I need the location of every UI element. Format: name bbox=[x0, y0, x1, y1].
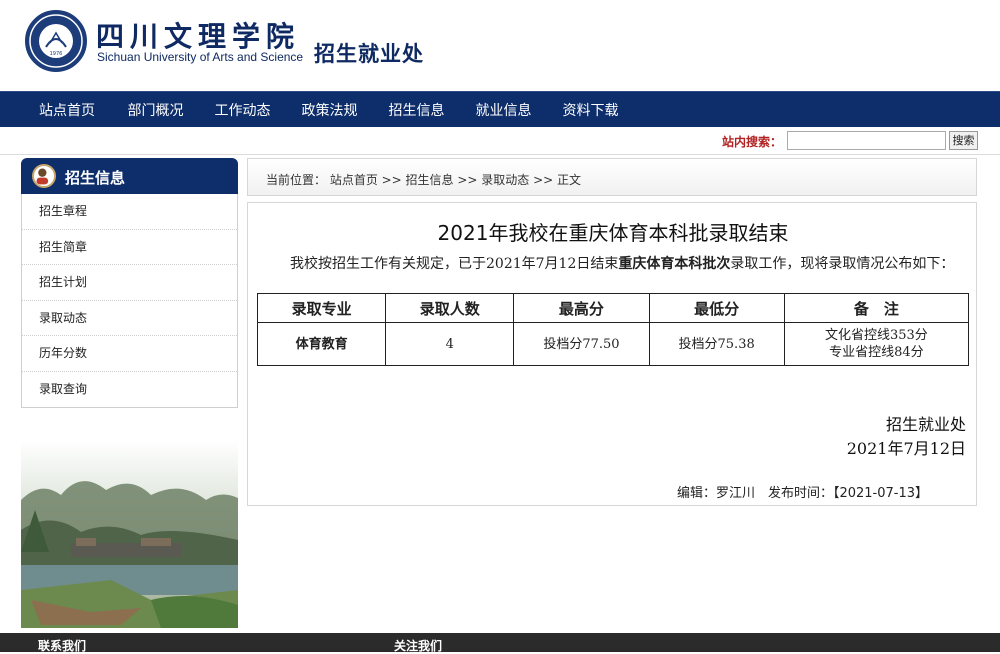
svg-text:1976: 1976 bbox=[50, 51, 63, 57]
school-name-cn: 四川文理学院 bbox=[96, 20, 301, 53]
sidebar-item-admission-query[interactable]: 录取查询 bbox=[22, 372, 237, 408]
th-major: 录取专业 bbox=[256, 293, 387, 323]
paragraph-bold-batch: 重庆体育本科批次 bbox=[618, 256, 731, 272]
sidebar-item-past-scores[interactable]: 历年分数 bbox=[22, 336, 237, 372]
cell-max: 投档分77.50 bbox=[513, 322, 650, 366]
nav-item-admission[interactable]: 招生信息 bbox=[373, 100, 460, 120]
sidebar-header: 招生信息 bbox=[21, 158, 238, 194]
signature-date: 2021年7月12日 bbox=[846, 439, 966, 458]
cell-note: 文化省控线353分 专业省控线84分 bbox=[783, 322, 970, 366]
breadcrumb[interactable]: 当前位置： 站点首页 >> 招生信息 >> 录取动态 >> 正文 bbox=[266, 171, 581, 188]
search-input[interactable] bbox=[787, 131, 946, 150]
signature-dept: 招生就业处 bbox=[885, 415, 966, 434]
table-header-row: 录取专业 录取人数 最高分 最低分 备 注 bbox=[256, 293, 970, 323]
site-header: 1976 四川文理学院 Sichuan University of Arts a… bbox=[0, 0, 1000, 91]
sidebar-item-plan[interactable]: 招生计划 bbox=[22, 265, 237, 301]
sidebar-title: 招生信息 bbox=[65, 169, 126, 187]
cell-count: 4 bbox=[385, 322, 515, 366]
footer-contact[interactable]: 联系我们 bbox=[38, 637, 86, 654]
cell-major: 体育教育 bbox=[256, 322, 387, 366]
admission-table: 录取专业 录取人数 最高分 最低分 备 注 体育教育 4 投档分77.50 投档… bbox=[256, 293, 970, 366]
site-footer: 联系我们 关注我们 bbox=[0, 633, 1000, 654]
department-name: 招生就业处 bbox=[314, 42, 424, 66]
school-name-en: Sichuan University of Arts and Science bbox=[97, 50, 304, 64]
footer-follow[interactable]: 关注我们 bbox=[394, 637, 442, 654]
student-avatar-icon bbox=[32, 164, 56, 188]
breadcrumb-box: 当前位置： 站点首页 >> 招生信息 >> 录取动态 >> 正文 bbox=[247, 158, 977, 196]
th-note: 备 注 bbox=[783, 293, 970, 323]
nav-item-about[interactable]: 部门概况 bbox=[112, 100, 199, 120]
article-paragraph: 我校按招生工作有关规定，已于2021年7月12日结束重庆体育本科批次录取工作，现… bbox=[258, 255, 970, 273]
paragraph-text-end: 录取工作，现将录取情况公布如下： bbox=[730, 256, 955, 272]
sidebar-item-admission-news[interactable]: 录取动态 bbox=[22, 301, 237, 336]
th-min: 最低分 bbox=[648, 293, 785, 323]
note-professional: 专业省控线84分 bbox=[829, 345, 924, 360]
nav-item-downloads[interactable]: 资料下载 bbox=[547, 100, 634, 120]
search-bar: 站内搜索： 搜索 bbox=[0, 127, 1000, 155]
th-max: 最高分 bbox=[513, 293, 650, 323]
sidebar: 招生信息 招生章程 招生简章 招生计划 录取动态 历年分数 录取查询 bbox=[21, 158, 238, 628]
seal-icon: 1976 bbox=[29, 14, 83, 68]
sidebar-item-brochure[interactable]: 招生简章 bbox=[22, 230, 237, 265]
search-label: 站内搜索： bbox=[722, 135, 783, 149]
search-button[interactable]: 搜索 bbox=[949, 131, 978, 150]
article-title: 2021年我校在重庆体育本科批录取结束 bbox=[437, 221, 789, 245]
nav-item-policy[interactable]: 政策法规 bbox=[286, 100, 373, 120]
article-meta: 编辑：罗江川 发布时间：【2021-07-13】 bbox=[676, 486, 928, 501]
nav-item-news[interactable]: 工作动态 bbox=[199, 100, 286, 120]
school-seal-logo[interactable]: 1976 bbox=[25, 10, 87, 72]
sidebar-list: 招生章程 招生简章 招生计划 录取动态 历年分数 录取查询 bbox=[21, 194, 238, 408]
cell-min: 投档分75.38 bbox=[648, 322, 785, 366]
nav-item-employment[interactable]: 就业信息 bbox=[460, 100, 547, 120]
sidebar-item-charter[interactable]: 招生章程 bbox=[22, 194, 237, 230]
nav-item-home[interactable]: 站点首页 bbox=[22, 100, 112, 120]
th-count: 录取人数 bbox=[385, 293, 515, 323]
table-row: 体育教育 4 投档分77.50 投档分75.38 文化省控线353分 专业省控线8… bbox=[256, 322, 970, 366]
paragraph-text-start: 我校按招生工作有关规定，已于2021年7月12日结束 bbox=[290, 256, 619, 272]
main-nav: 站点首页 部门概况 工作动态 政策法规 招生信息 就业信息 资料下载 bbox=[0, 91, 1000, 127]
note-culture: 文化省控线353分 bbox=[824, 328, 928, 343]
article-box: 2021年我校在重庆体育本科批录取结束 我校按招生工作有关规定，已于2021年7… bbox=[247, 202, 977, 506]
campus-photo bbox=[21, 440, 238, 628]
